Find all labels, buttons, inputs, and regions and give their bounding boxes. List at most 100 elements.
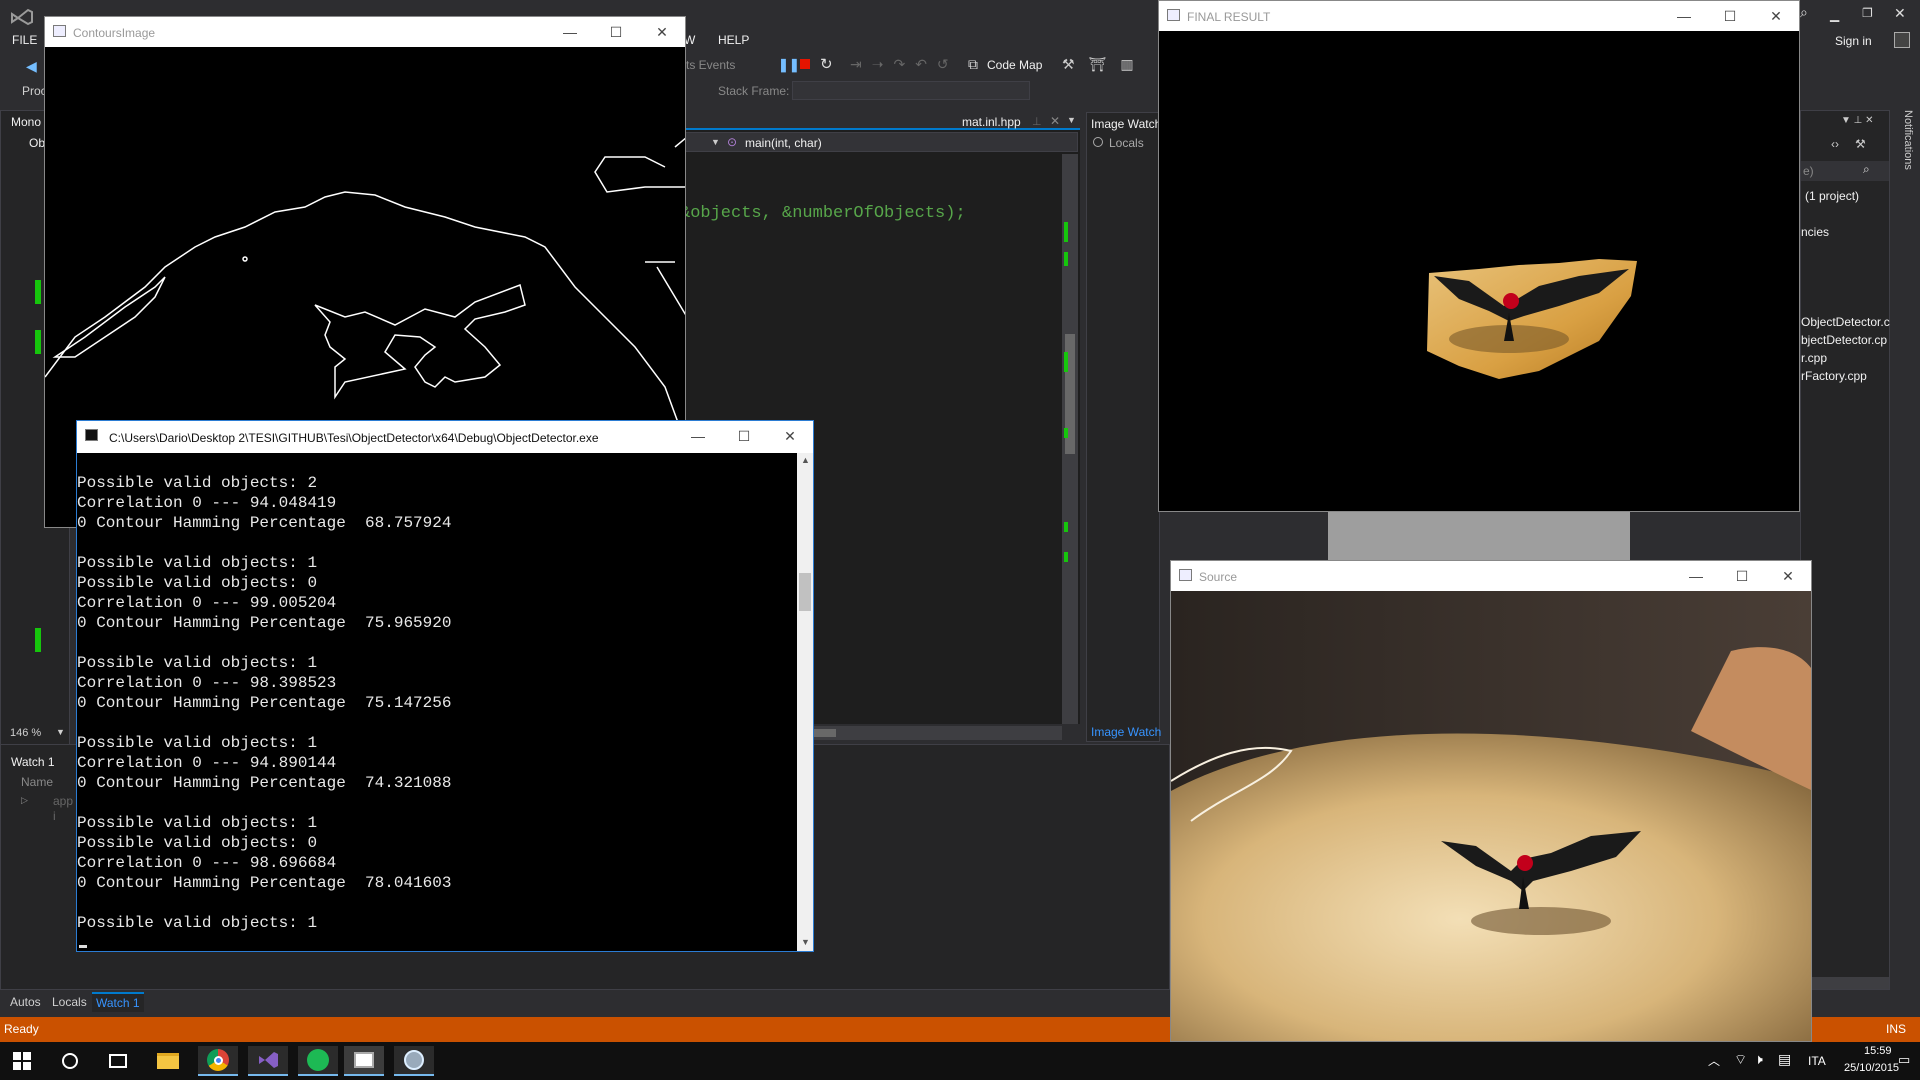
chrome-icon[interactable] — [198, 1046, 238, 1076]
file-node[interactable]: bjectDetector.cp — [1801, 333, 1887, 347]
minimize-button[interactable]: — — [675, 421, 721, 451]
volume-icon[interactable]: 🕨 — [1754, 1051, 1763, 1068]
task-view-icon[interactable] — [98, 1046, 138, 1076]
code-view-icon[interactable]: ‹› — [1831, 137, 1839, 151]
source-window[interactable]: Source — ☐ ✕ — [1170, 560, 1812, 1042]
search-icon[interactable]: ⌕ — [1800, 4, 1808, 21]
tab-autos[interactable]: Autos — [10, 995, 41, 1009]
close-button[interactable]: ✕ — [639, 17, 685, 47]
console-scroll-thumb[interactable] — [799, 573, 811, 611]
back-arrow-icon[interactable]: ◀ — [26, 58, 37, 75]
final-result-titlebar[interactable]: FINAL RESULT — ☐ ✕ — [1159, 1, 1799, 31]
solution-node[interactable]: (1 project) — [1805, 189, 1859, 203]
file-node[interactable]: r.cpp — [1801, 351, 1827, 365]
tab-close-icon[interactable]: ✕ — [1050, 114, 1060, 128]
source-titlebar[interactable]: Source — ☐ ✕ — [1171, 561, 1811, 591]
minimize-button[interactable]: — — [547, 17, 593, 47]
tab-locals[interactable]: Locals — [52, 995, 87, 1009]
notification-badge-icon[interactable]: ▭ — [1898, 1052, 1910, 1068]
file-explorer-icon[interactable] — [148, 1046, 188, 1076]
sign-in-link[interactable]: Sign in — [1835, 34, 1872, 48]
console-title: C:\Users\Dario\Desktop 2\TESI\GITHUB\Tes… — [109, 431, 599, 445]
image-watch-title: Image Watch — [1091, 117, 1162, 131]
final-result-window[interactable]: FINAL RESULT — ☐ ✕ — [1158, 0, 1800, 512]
menu-file[interactable]: FILE — [12, 33, 37, 47]
windows-start-icon[interactable] — [2, 1046, 42, 1076]
cortana-search-icon[interactable] — [50, 1046, 90, 1076]
account-icon[interactable] — [1894, 32, 1910, 48]
maximize-button[interactable]: ☐ — [1707, 1, 1753, 31]
paint-icon[interactable] — [394, 1046, 434, 1076]
minimize-button[interactable]: — — [1673, 561, 1719, 591]
code-map-button[interactable]: Code Map — [987, 58, 1042, 72]
visual-studio-taskbar-icon[interactable] — [248, 1046, 288, 1076]
console-line: Correlation 0 --- 98.696684 — [77, 854, 337, 872]
lifecycle-events-dropdown[interactable]: ts Events — [686, 58, 735, 72]
watch-row-app[interactable]: app — [53, 794, 73, 808]
file-node[interactable]: ObjectDetector.c — [1801, 315, 1890, 329]
scroll-up-icon[interactable]: ▲ — [801, 455, 810, 465]
solution-search-input[interactable]: e) ⌕ — [1801, 161, 1889, 181]
console-line: Possible valid objects: 2 — [77, 474, 318, 492]
action-center-icon[interactable]: ▤ — [1778, 1051, 1791, 1068]
maximize-button[interactable]: ☐ — [1719, 561, 1765, 591]
scroll-down-icon[interactable]: ▼ — [801, 937, 810, 947]
clock-date[interactable]: 25/10/2015 — [1844, 1062, 1899, 1074]
file-node[interactable]: rFactory.cpp — [1801, 369, 1867, 383]
stack-frame-dropdown[interactable] — [792, 81, 1030, 100]
code-map-icon[interactable]: ⧉ — [968, 56, 978, 73]
restore-icon[interactable]: ❐ — [1862, 6, 1873, 20]
change-marker — [1064, 222, 1068, 242]
tab-watch-1[interactable]: Watch 1 — [92, 992, 144, 1012]
status-ins: INS — [1886, 1022, 1907, 1036]
opencv-window-icon[interactable] — [344, 1046, 384, 1076]
minimize-button[interactable]: — — [1661, 1, 1707, 31]
restart-icon[interactable]: ↻ — [820, 55, 833, 73]
maximize-button[interactable]: ☐ — [593, 17, 639, 47]
locals-label[interactable]: Locals — [1109, 136, 1144, 150]
locals-radio[interactable] — [1093, 137, 1103, 147]
minimize-icon[interactable]: ▁ — [1830, 8, 1839, 22]
network-icon[interactable]: ⌔ — [1734, 1051, 1747, 1069]
input-language[interactable]: ITA — [1808, 1054, 1826, 1068]
hscroll-thumb[interactable] — [812, 729, 836, 737]
show-hidden-icons[interactable]: ︿ — [1708, 1052, 1720, 1069]
console-scrollbar[interactable]: ▲ ▼ — [797, 453, 813, 951]
left-panel-tab[interactable]: Mono — [11, 115, 41, 129]
wrench-icon[interactable]: ⚒ — [1855, 137, 1866, 151]
editor-horizontal-scrollbar[interactable] — [812, 726, 1062, 740]
console-titlebar[interactable]: C:\Users\Dario\Desktop 2\TESI\GITHUB\Tes… — [77, 421, 813, 453]
console-line: Possible valid objects: 1 — [77, 734, 318, 752]
console-output[interactable]: Possible valid objects: 2 Correlation 0 -… — [77, 473, 797, 951]
zoom-level[interactable]: 146 % — [10, 727, 41, 739]
function-dropdown[interactable]: ▼ ⊙ main(int, char) — [682, 132, 1078, 152]
image-watch-bottom-tab[interactable]: Image Watch — [1091, 725, 1161, 739]
left-panel-item[interactable]: Ob — [29, 136, 45, 150]
final-result-image — [1427, 259, 1637, 379]
dependencies-node[interactable]: ncies — [1801, 225, 1829, 239]
close-button[interactable]: ✕ — [1753, 1, 1799, 31]
watch-row-i[interactable]: i — [53, 809, 56, 823]
close-button[interactable]: ✕ — [767, 421, 813, 451]
stop-icon[interactable] — [800, 59, 810, 69]
spotify-icon[interactable] — [298, 1046, 338, 1076]
tab-pin-icon[interactable]: ⊥ — [1032, 115, 1042, 128]
editor-tab-mat-inl-hpp[interactable]: mat.inl.hpp — [962, 115, 1021, 129]
console-window[interactable]: C:\Users\Dario\Desktop 2\TESI\GITHUB\Tes… — [76, 420, 814, 952]
close-button[interactable]: ✕ — [1765, 561, 1811, 591]
zoom-dropdown-icon[interactable]: ▼ — [56, 727, 65, 737]
expand-icon[interactable]: ▷ — [21, 795, 28, 806]
clock-time[interactable]: 15:59 — [1864, 1045, 1892, 1057]
notifications-tab[interactable]: Notifications — [1894, 110, 1914, 200]
maximize-button[interactable]: ☐ — [721, 421, 767, 451]
tab-list-icon[interactable]: ▼ — [1067, 115, 1076, 125]
contours-titlebar[interactable]: ContoursImage — ☐ ✕ — [45, 17, 685, 47]
close-icon[interactable]: ✕ — [1894, 5, 1906, 22]
pin-icon[interactable]: ▼ ⊥ ✕ — [1841, 115, 1874, 126]
solution-hscrollbar[interactable] — [1805, 977, 1889, 989]
pause-icon[interactable]: ❚❚ — [778, 57, 800, 73]
menu-help[interactable]: HELP — [718, 33, 749, 47]
console-line: Possible valid objects: 1 — [77, 654, 318, 672]
source-camera-image — [1171, 591, 1811, 1041]
